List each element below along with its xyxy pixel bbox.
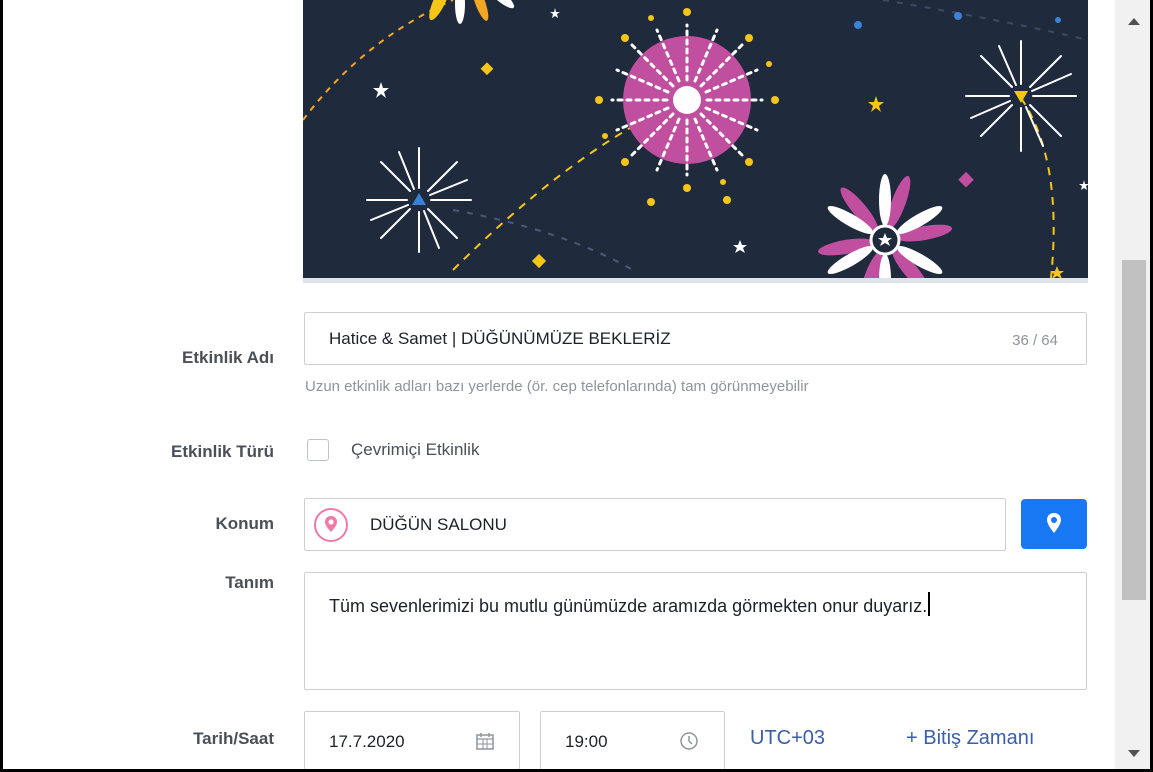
online-event-label[interactable]: Çevrimiçi Etkinlik bbox=[351, 440, 479, 460]
scroll-up-arrow-icon[interactable] bbox=[1128, 18, 1140, 25]
event-name-value: Hatice & Samet | DÜĞÜNÜMÜZE BEKLERİZ bbox=[329, 329, 671, 348]
add-end-time-link[interactable]: + Bitiş Zamanı bbox=[906, 727, 1034, 750]
scrollbar-thumb[interactable] bbox=[1122, 260, 1146, 600]
time-value: 19:00 bbox=[565, 732, 608, 751]
scroll-down-arrow-icon[interactable] bbox=[1128, 750, 1140, 757]
map-pin-icon bbox=[1047, 513, 1061, 533]
event-name-label: Etkinlik Adı bbox=[182, 348, 274, 367]
fireworks-illustration bbox=[303, 0, 1088, 278]
date-value: 17.7.2020 bbox=[329, 732, 405, 751]
location-input[interactable]: DÜĞÜN SALONU bbox=[304, 498, 1006, 551]
event-type-label: Etkinlik Türü bbox=[171, 442, 274, 461]
description-textarea[interactable]: Tüm sevenlerimizi bu mutlu günümüzde ara… bbox=[304, 572, 1087, 690]
vertical-scrollbar[interactable] bbox=[1115, 0, 1150, 769]
text-caret bbox=[928, 592, 931, 616]
character-counter: 36 / 64 bbox=[1012, 332, 1058, 349]
event-create-form: Etkinlik Adı Hatice & Samet | DÜĞÜNÜMÜZE… bbox=[0, 0, 1153, 772]
description-value: Tüm sevenlerimizi bu mutlu günümüzde ara… bbox=[329, 591, 1069, 621]
online-event-checkbox[interactable] bbox=[307, 439, 329, 461]
description-label: Tanım bbox=[225, 573, 274, 592]
date-input[interactable]: 17.7.2020 bbox=[304, 711, 520, 769]
clock-icon[interactable] bbox=[679, 731, 699, 751]
event-cover-image[interactable] bbox=[303, 0, 1088, 278]
datetime-label: Tarih/Saat bbox=[193, 729, 274, 748]
calendar-icon[interactable] bbox=[475, 731, 495, 751]
event-name-helper-text: Uzun etkinlik adları bazı yerlerde (ör. … bbox=[305, 378, 809, 395]
timezone-link[interactable]: UTC+03 bbox=[750, 727, 825, 750]
map-pin-icon bbox=[314, 508, 348, 542]
map-button[interactable] bbox=[1021, 499, 1087, 549]
location-label: Konum bbox=[215, 514, 274, 533]
location-value: DÜĞÜN SALONU bbox=[370, 515, 507, 534]
time-input[interactable]: 19:00 bbox=[540, 711, 725, 769]
cover-divider bbox=[303, 278, 1088, 283]
event-name-input[interactable]: Hatice & Samet | DÜĞÜNÜMÜZE BEKLERİZ 36 … bbox=[304, 312, 1087, 365]
